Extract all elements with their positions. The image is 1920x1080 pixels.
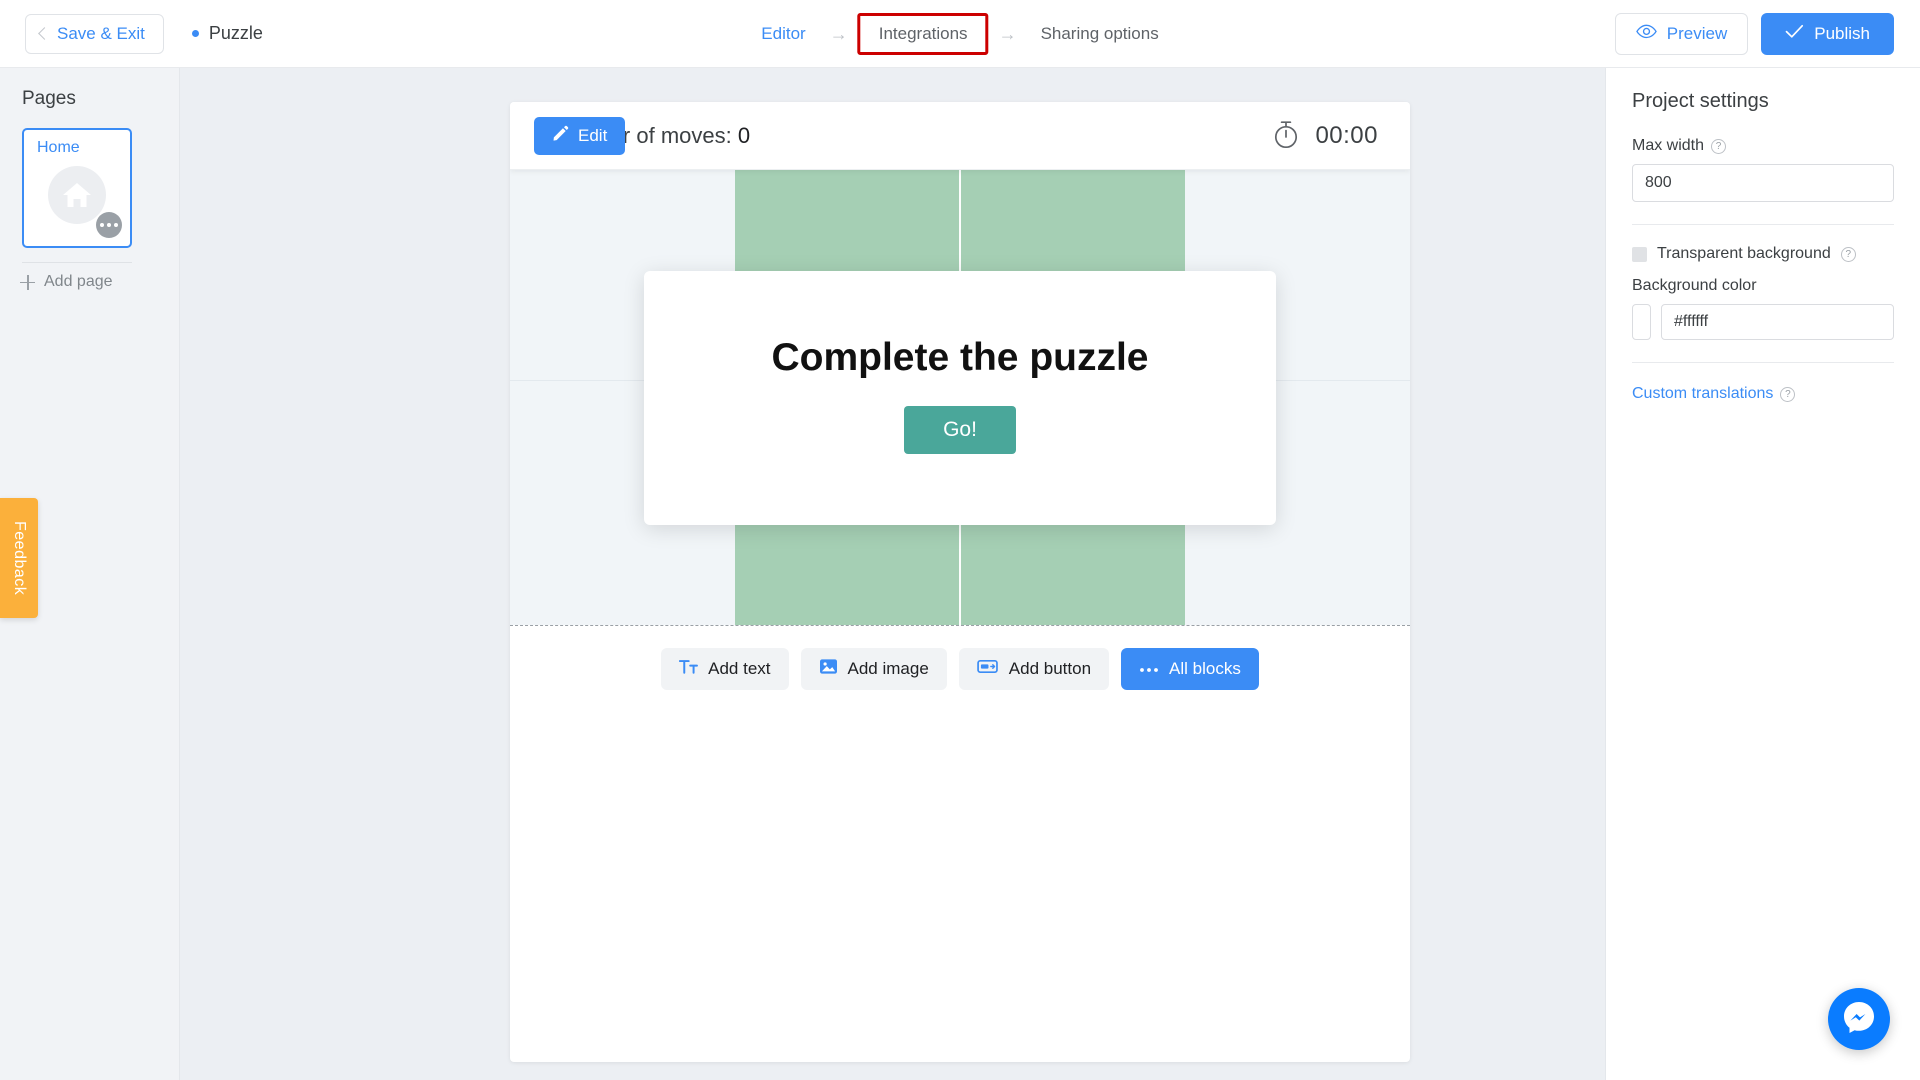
plus-icon: [20, 274, 35, 290]
project-settings-title: Project settings: [1632, 90, 1769, 112]
breadcrumb-item-editor[interactable]: Editor: [747, 16, 819, 52]
sidebar-divider: [22, 262, 132, 263]
breadcrumb-item-integrations[interactable]: Integrations: [857, 13, 989, 55]
check-icon: [1785, 24, 1804, 44]
add-page-label: Add page: [44, 273, 113, 290]
breadcrumb-arrow-icon-2: →: [998, 23, 1017, 44]
help-icon[interactable]: ?: [1840, 246, 1856, 262]
max-width-label: Max width: [1632, 137, 1705, 154]
ellipsis-icon: [1139, 659, 1159, 679]
add-button-button[interactable]: Add button: [958, 648, 1110, 690]
project-settings-panel: Project settings Max width ? Transparent…: [1605, 68, 1920, 1080]
top-bar: Save & Exit Puzzle Editor → Integrations…: [0, 0, 1920, 68]
background-color-label: Background color: [1632, 277, 1757, 294]
complete-puzzle-modal: Complete the puzzle Go!: [644, 270, 1276, 525]
add-text-button[interactable]: Add text: [661, 648, 789, 690]
publish-label: Publish: [1814, 24, 1870, 43]
max-width-label-row: Max width ?: [1632, 137, 1894, 155]
ellipsis-dot: [114, 223, 118, 227]
transparent-background-label: Transparent background: [1657, 245, 1831, 262]
breadcrumb-arrow-icon: →: [829, 23, 848, 44]
custom-translations-section: Custom translations ?: [1606, 385, 1920, 403]
timer: 00:00: [1271, 102, 1378, 170]
pages-title: Pages: [22, 88, 76, 109]
transparent-background-checkbox[interactable]: [1632, 246, 1647, 262]
custom-translations-label: Custom translations: [1632, 385, 1774, 402]
messenger-chat-button[interactable]: [1828, 988, 1890, 1050]
background-color-input[interactable]: [1661, 304, 1894, 340]
edit-badge-label: Edit: [578, 126, 608, 145]
background-color-swatch[interactable]: [1632, 304, 1651, 340]
all-blocks-label: All blocks: [1169, 659, 1241, 678]
image-icon: [819, 658, 838, 680]
add-image-label: Add image: [847, 659, 929, 678]
editor-stage: Number of moves: 0 00:00 Edit Complete t…: [180, 68, 1605, 1080]
puzzle-game-header: Number of moves: 0 00:00: [510, 102, 1410, 170]
panel-divider: [1632, 224, 1894, 225]
pencil-icon: [552, 125, 569, 147]
custom-translations-link[interactable]: Custom translations ?: [1632, 385, 1894, 403]
page-thumbnail-home[interactable]: Home: [22, 128, 132, 248]
preview-label: Preview: [1666, 24, 1728, 43]
stopwatch-icon: [1271, 118, 1301, 155]
ellipsis-dot: [100, 223, 104, 227]
save-and-exit-button[interactable]: Save & Exit: [25, 13, 164, 54]
page-canvas: Number of moves: 0 00:00 Edit Complete t…: [510, 102, 1410, 1062]
help-icon[interactable]: ?: [1711, 138, 1727, 154]
status-dot-icon: [191, 30, 199, 37]
add-block-toolbar: Add text Add image Add button All blocks: [510, 626, 1410, 690]
button-icon: [977, 658, 999, 680]
transparent-background-row[interactable]: Transparent background ?: [1632, 245, 1894, 263]
top-bar-actions: Preview Publish: [1614, 0, 1894, 68]
eye-icon: [1635, 24, 1657, 44]
timer-value: 00:00: [1315, 122, 1378, 149]
chevron-left-icon: [38, 27, 51, 40]
moves-value: 0: [737, 122, 751, 148]
publish-button[interactable]: Publish: [1761, 13, 1894, 55]
modal-title: Complete the puzzle: [771, 335, 1149, 379]
messenger-icon: [1842, 1000, 1876, 1039]
add-button-label: Add button: [1008, 659, 1092, 678]
page-menu-button[interactable]: [96, 212, 122, 238]
feedback-tab[interactable]: Feedback: [0, 498, 38, 618]
page-thumbnail-label: Home: [37, 139, 80, 156]
help-icon[interactable]: ?: [1780, 386, 1796, 402]
home-icon: [48, 165, 106, 224]
add-page-button[interactable]: Add page: [20, 273, 179, 291]
add-text-label: Add text: [708, 659, 771, 678]
add-image-button[interactable]: Add image: [800, 648, 947, 690]
max-width-input[interactable]: [1632, 164, 1894, 202]
modal-go-button[interactable]: Go!: [904, 405, 1016, 454]
max-width-section: Max width ?: [1606, 137, 1920, 202]
background-color-row: [1632, 304, 1894, 340]
preview-button[interactable]: Preview: [1614, 13, 1749, 55]
save-and-exit-label: Save & Exit: [57, 23, 145, 43]
project-name: Puzzle: [191, 23, 263, 44]
project-name-label: Puzzle: [208, 23, 263, 43]
breadcrumb: Editor → Integrations → Sharing options: [747, 0, 1172, 68]
panel-divider-2: [1632, 362, 1894, 363]
background-section: Transparent background ? Background colo…: [1606, 245, 1920, 340]
breadcrumb-item-sharing-options[interactable]: Sharing options: [1027, 16, 1173, 52]
text-format-icon: [678, 659, 699, 680]
ellipsis-dot: [107, 223, 111, 227]
all-blocks-button[interactable]: All blocks: [1121, 648, 1259, 690]
feedback-label: Feedback: [11, 520, 28, 596]
edit-block-button[interactable]: Edit: [534, 117, 626, 155]
